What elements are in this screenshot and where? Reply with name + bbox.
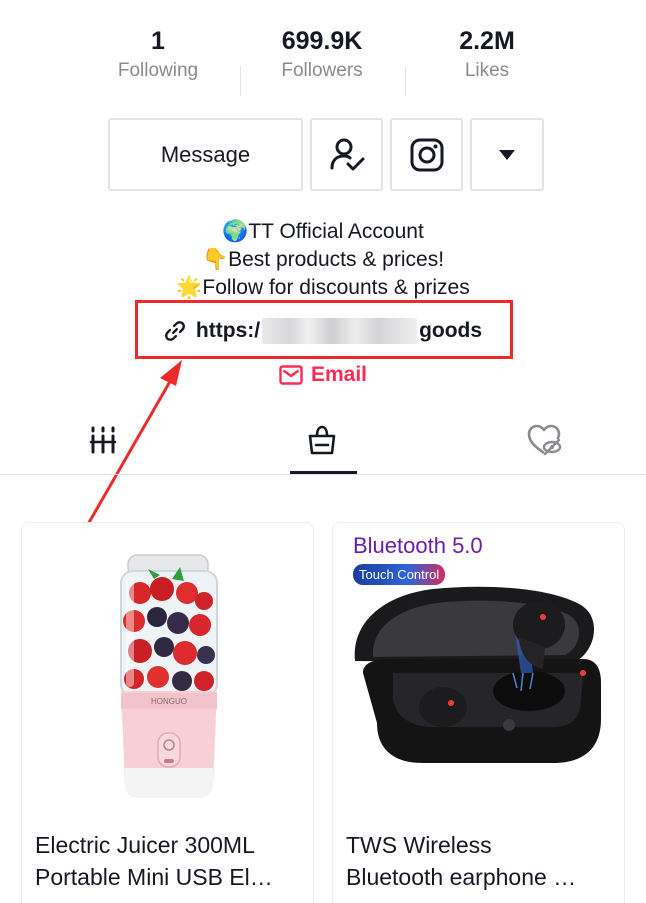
email-label: Email: [310, 363, 368, 386]
heart-hidden-icon: [527, 424, 562, 456]
bio-line: 🌟Follow for discounts & prizes: [176, 276, 470, 299]
followers-label: Followers: [281, 60, 363, 81]
promo-badge: Touch Control: [353, 564, 446, 585]
mail-icon: [279, 365, 303, 385]
product-card[interactable]: Bluetooth 5.0 Touch Control TWS Wireless…: [332, 522, 625, 903]
stat-following[interactable]: 1 Following: [78, 24, 238, 82]
email-link[interactable]: Email: [0, 360, 646, 390]
promo-heading: Bluetooth 5.0: [353, 533, 483, 558]
message-button[interactable]: Message: [108, 118, 303, 191]
stat-followers[interactable]: 699.9K Followers: [242, 24, 402, 82]
stat-divider: [405, 66, 406, 96]
profile-actions: Message: [0, 118, 646, 192]
product-title-line: Bluetooth earphone …: [346, 864, 577, 890]
stat-divider: [240, 66, 241, 96]
bio-line: 👇Best products & prices!: [201, 248, 445, 271]
product-title: TWS Wireless Bluetooth earphone …: [346, 829, 616, 893]
product-grid: HONGUO Electric Juicer 300ML Portable Mi…: [0, 522, 646, 903]
caret-down-icon: [499, 149, 515, 160]
product-title: Electric Juicer 300ML Portable Mini USB …: [35, 829, 305, 893]
instagram-icon: [410, 138, 443, 171]
following-count: 1: [151, 27, 165, 55]
product-title-line: TWS Wireless: [346, 832, 492, 858]
profile-bio: 🌍TT Official Account 👇Best products & pr…: [0, 218, 646, 302]
shopping-bag-icon: [308, 425, 336, 455]
product-title-line: Electric Juicer 300ML: [35, 832, 255, 858]
profile-tabs: [0, 405, 646, 475]
instagram-button[interactable]: [390, 118, 463, 191]
likes-label: Likes: [464, 60, 510, 81]
bio-line: 🌍TT Official Account: [222, 220, 424, 243]
likes-count: 2.2M: [459, 27, 515, 55]
tab-shop[interactable]: [302, 420, 342, 460]
following-button[interactable]: [310, 118, 383, 191]
grid-bars-icon: [89, 426, 117, 454]
followers-count: 699.9K: [281, 27, 363, 55]
product-image-juicer: HONGUO: [22, 523, 313, 813]
product-title-line: Portable Mini USB El…: [35, 864, 273, 890]
stat-likes[interactable]: 2.2M Likes: [407, 24, 567, 82]
tab-videos[interactable]: [83, 420, 123, 460]
active-tab-indicator: [290, 471, 357, 474]
annotation-highlight-box: [135, 300, 513, 359]
profile-stats: 1 Following 699.9K Followers 2.2M Likes: [0, 24, 646, 96]
juicer-brand-text: HONGUO: [151, 697, 187, 706]
more-options-button[interactable]: [470, 118, 544, 191]
product-card[interactable]: HONGUO Electric Juicer 300ML Portable Mi…: [21, 522, 314, 903]
following-label: Following: [117, 60, 199, 81]
tab-liked[interactable]: [524, 420, 564, 460]
user-check-icon: [330, 138, 364, 170]
